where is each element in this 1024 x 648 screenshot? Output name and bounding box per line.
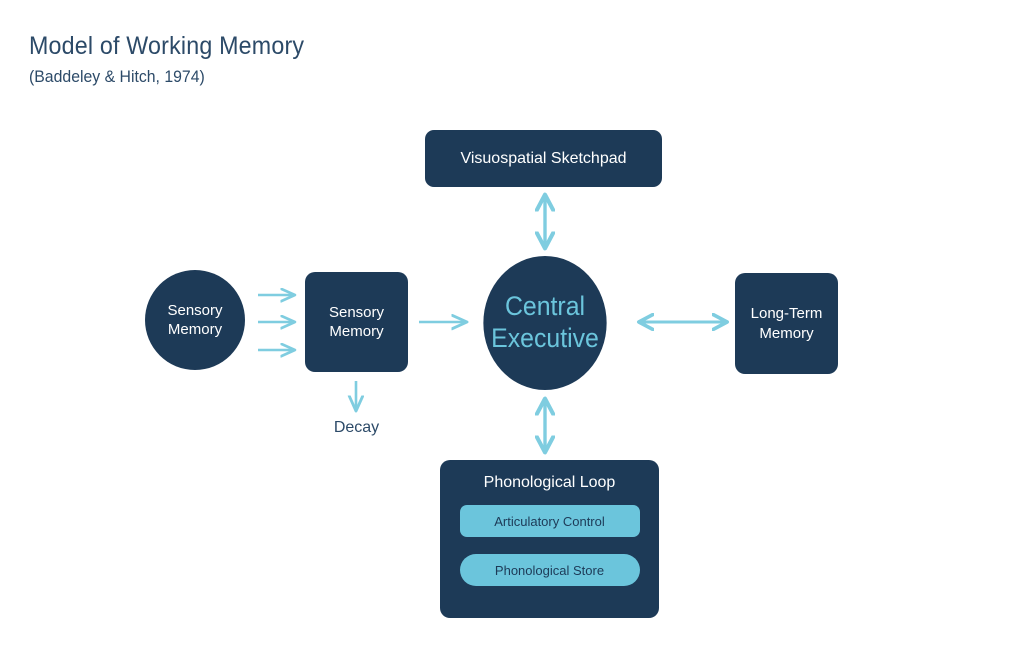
- node-phonological-loop[interactable]: Phonological Loop Articulatory Control P…: [440, 460, 659, 618]
- edge-sensory-circle-to-sensory-box: [258, 295, 294, 350]
- working-memory-diagram: Sensory Memory Sensory Memory Central Ex…: [0, 0, 1024, 648]
- node-phonological-store[interactable]: Phonological Store: [459, 554, 640, 586]
- node-phonological-store-label: Phonological Store: [494, 562, 605, 578]
- node-sensory-memory-box-label: Sensory Memory: [328, 303, 385, 341]
- node-phonological-loop-label: Phonological Loop: [483, 474, 616, 491]
- node-long-term-memory-label: Long-Term Memory: [750, 305, 823, 342]
- node-long-term-memory[interactable]: Long-Term Memory: [735, 273, 838, 374]
- node-articulatory-control-label: Articulatory Control: [494, 513, 605, 529]
- node-sensory-memory-circle-label: Sensory Memory: [167, 301, 223, 339]
- label-decay: Decay: [333, 419, 380, 436]
- node-sensory-memory-circle[interactable]: Sensory Memory: [145, 270, 245, 370]
- node-visuospatial-sketchpad[interactable]: Visuospatial Sketchpad: [425, 130, 662, 187]
- node-visuospatial-sketchpad-label: Visuospatial Sketchpad: [460, 149, 627, 167]
- node-articulatory-control[interactable]: Articulatory Control: [459, 505, 640, 537]
- node-central-executive[interactable]: Central Executive: [483, 256, 607, 390]
- node-sensory-memory-box[interactable]: Sensory Memory: [305, 272, 408, 372]
- node-central-executive-label: Central Executive: [491, 291, 599, 353]
